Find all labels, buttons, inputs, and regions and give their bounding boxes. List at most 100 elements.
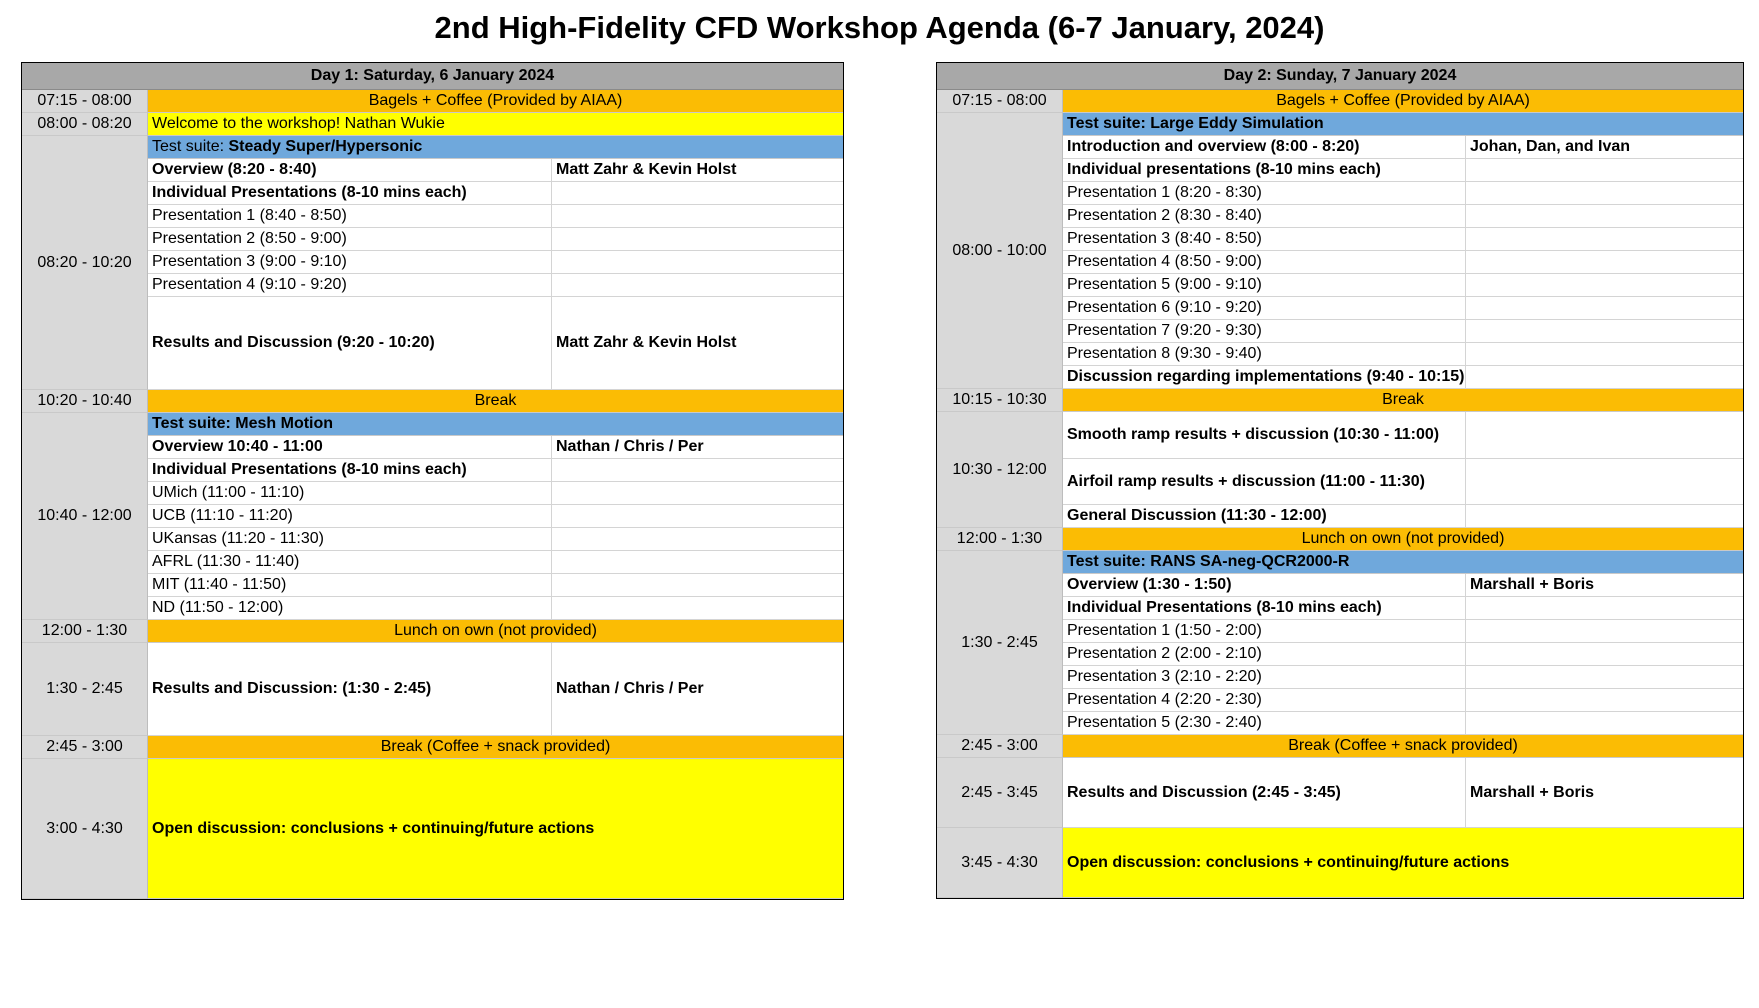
session-presenter (1466, 366, 1470, 388)
session-presenter (552, 205, 556, 227)
session-row: Overview 10:40 - 11:00 Nathan / Chris / P… (148, 436, 843, 459)
session-title: ND (11:50 - 12:00) (148, 597, 552, 619)
time-slot-label: 10:20 - 10:40 (22, 390, 148, 413)
agenda-block: 2:45 - 3:00 Break (Coffee + snack provide… (22, 736, 843, 759)
session-title: Presentation 3 (2:10 - 2:20) (1063, 666, 1466, 688)
session-row: Discussion regarding implementations (9:… (1063, 366, 1743, 389)
session-presenter (1466, 320, 1470, 342)
session-row: Presentation 2 (2:00 - 2:10) (1063, 643, 1743, 666)
agenda-block: 10:40 - 12:00 Test suite: Mesh Motion Over… (22, 413, 843, 620)
agenda-block: 2:45 - 3:45 Results and Discussion (2:45 … (937, 758, 1743, 828)
session-presenter (1466, 689, 1470, 711)
day1-agenda-table: Day 1: Saturday, 6 January 2024 07:15 - … (21, 62, 844, 900)
session-row: General Discussion (11:30 - 12:00) (1063, 505, 1743, 528)
highlight-row: Open discussion: conclusions + continuin… (1063, 828, 1743, 898)
session-title: Overview 10:40 - 11:00 (148, 436, 552, 458)
session-content: Break (Coffee + snack provided) (1063, 735, 1743, 758)
time-slot-label: 3:45 - 4:30 (937, 828, 1063, 898)
time-slot-label: 10:30 - 12:00 (937, 412, 1063, 528)
session-presenter (1466, 251, 1470, 273)
time-slot-label: 1:30 - 2:45 (22, 643, 148, 736)
session-title: Overview (8:20 - 8:40) (148, 159, 552, 181)
session-row: Individual Presentations (8-10 mins each… (148, 182, 843, 205)
time-slot-label: 12:00 - 1:30 (22, 620, 148, 643)
session-title: Presentation 5 (2:30 - 2:40) (1063, 712, 1466, 734)
session-row: Presentation 4 (8:50 - 9:00) (1063, 251, 1743, 274)
session-title: Results and Discussion (9:20 - 10:20) (148, 297, 552, 389)
session-row: Results and Discussion: (1:30 - 2:45) Nat… (148, 643, 843, 736)
session-content: Test suite: Steady Super/Hypersonic Overv… (148, 136, 843, 390)
session-title: Presentation 6 (9:10 - 9:20) (1063, 297, 1466, 319)
session-presenter: Matt Zahr & Kevin Holst (556, 334, 737, 351)
session-title: Presentation 1 (8:40 - 8:50) (148, 205, 552, 227)
day2-body: 07:15 - 08:00 Bagels + Coffee (Provided b… (937, 90, 1743, 898)
session-title: UMich (11:00 - 11:10) (148, 482, 552, 504)
session-row: UKansas (11:20 - 11:30) (148, 528, 843, 551)
time-slot-label: 2:45 - 3:45 (937, 758, 1063, 828)
session-title: Presentation 3 (8:40 - 8:50) (1063, 228, 1466, 250)
session-row: Test suite: Steady Super/Hypersonic (148, 136, 843, 159)
session-title: Individual Presentations (8-10 mins each… (148, 459, 552, 481)
agenda-block: 10:20 - 10:40 Break (22, 390, 843, 413)
session-title: General Discussion (11:30 - 12:00) (1063, 505, 1466, 527)
session-presenter (1466, 505, 1470, 527)
session-content: Lunch on own (not provided) (148, 620, 843, 643)
session-row: Introduction and overview (8:00 - 8:20) J… (1063, 136, 1743, 159)
session-presenter: Matt Zahr & Kevin Holst (556, 161, 737, 178)
test-suite-prefix: Test suite: (152, 138, 229, 155)
break-row: Lunch on own (not provided) (1063, 528, 1743, 551)
time-slot-label: 08:00 - 10:00 (937, 113, 1063, 389)
agenda-block: 3:00 - 4:30 Open discussion: conclusions … (22, 759, 843, 899)
session-row: Presentation 6 (9:10 - 9:20) (1063, 297, 1743, 320)
session-row: Test suite: RANS SA-neg-QCR2000-R (1063, 551, 1743, 574)
session-title: Individual Presentations (8-10 mins each… (1063, 597, 1466, 619)
agenda-block: 07:15 - 08:00 Bagels + Coffee (Provided b… (22, 90, 843, 113)
session-title: Individual Presentations (8-10 mins each… (148, 182, 552, 204)
agenda-block: 12:00 - 1:30 Lunch on own (not provided) (937, 528, 1743, 551)
session-row: UCB (11:10 - 11:20) (148, 505, 843, 528)
session-content: Welcome to the workshop! Nathan Wukie (148, 113, 843, 136)
agenda-block: 12:00 - 1:30 Lunch on own (not provided) (22, 620, 843, 643)
break-row: Break (1063, 389, 1743, 412)
time-slot-label: 2:45 - 3:00 (22, 736, 148, 759)
session-presenter (552, 228, 556, 250)
session-content: Bagels + Coffee (Provided by AIAA) (1063, 90, 1743, 113)
session-title: Presentation 1 (8:20 - 8:30) (1063, 182, 1466, 204)
time-slot-label: 2:45 - 3:00 (937, 735, 1063, 758)
session-row: Presentation 3 (9:00 - 9:10) (148, 251, 843, 274)
test-suite-name: Test suite: Large Eddy Simulation (1067, 115, 1324, 132)
session-title: Presentation 2 (8:30 - 8:40) (1063, 205, 1466, 227)
session-title: Discussion regarding implementations (9:… (1063, 366, 1466, 388)
session-content: Break (148, 390, 843, 413)
agenda-block: 07:15 - 08:00 Bagels + Coffee (Provided b… (937, 90, 1743, 113)
session-presenter: Nathan / Chris / Per (556, 438, 704, 455)
session-row: Presentation 5 (2:30 - 2:40) (1063, 712, 1743, 735)
session-title: Presentation 5 (9:00 - 9:10) (1063, 274, 1466, 296)
session-presenter: Marshall + Boris (1470, 783, 1595, 801)
session-presenter (552, 274, 556, 296)
session-row: Presentation 1 (1:50 - 2:00) (1063, 620, 1743, 643)
day2-header: Day 2: Sunday, 7 January 2024 (937, 63, 1743, 90)
session-content: Test suite: Mesh Motion Overview 10:40 - … (148, 413, 843, 620)
session-content: Open discussion: conclusions + continuin… (1063, 828, 1743, 898)
session-row: Individual Presentations (8-10 mins each… (148, 459, 843, 482)
session-presenter (1466, 228, 1470, 250)
session-presenter (552, 482, 556, 504)
session-row: Presentation 3 (8:40 - 8:50) (1063, 228, 1743, 251)
session-presenter (1466, 297, 1470, 319)
session-presenter (552, 574, 556, 596)
session-title: Presentation 7 (9:20 - 9:30) (1063, 320, 1466, 342)
session-content: Break (1063, 389, 1743, 412)
time-slot-label: 08:00 - 08:20 (22, 113, 148, 136)
session-title: Results and Discussion: (1:30 - 2:45) (148, 643, 552, 735)
session-presenter (1466, 182, 1470, 204)
session-presenter (552, 528, 556, 550)
session-title: Presentation 2 (2:00 - 2:10) (1063, 643, 1466, 665)
session-row: Overview (1:30 - 1:50) Marshall + Boris (1063, 574, 1743, 597)
session-presenter (552, 459, 556, 481)
session-row: Presentation 7 (9:20 - 9:30) (1063, 320, 1743, 343)
session-row: Test suite: Mesh Motion (148, 413, 843, 436)
session-row: Overview (8:20 - 8:40) Matt Zahr & Kevin … (148, 159, 843, 182)
agenda-block: 3:45 - 4:30 Open discussion: conclusions … (937, 828, 1743, 898)
time-slot-label: 07:15 - 08:00 (937, 90, 1063, 113)
